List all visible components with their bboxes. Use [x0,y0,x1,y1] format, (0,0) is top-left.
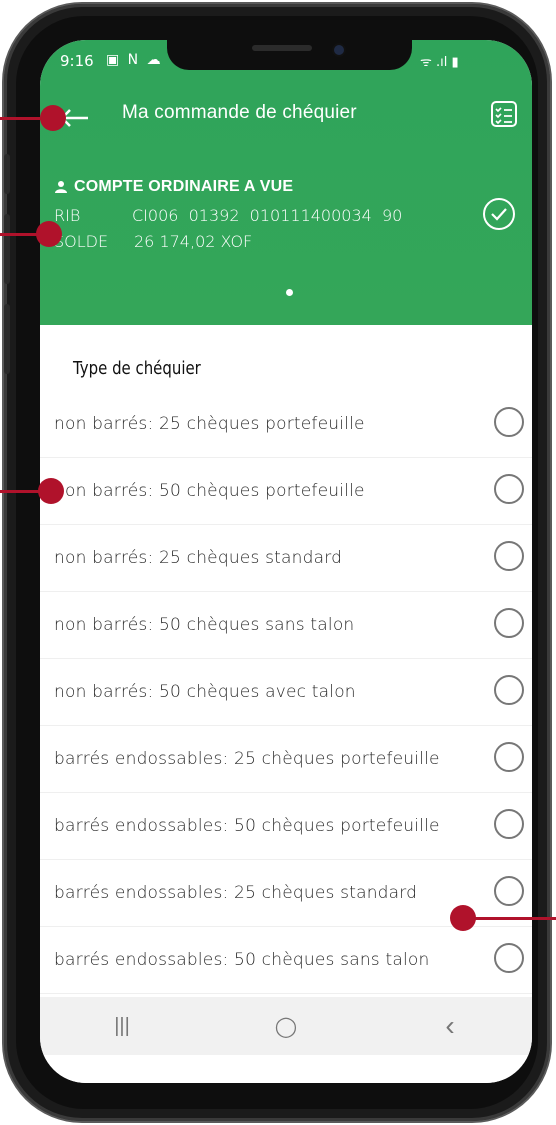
account-name-label: COMPTE ORDINAIRE A VUE [74,178,294,195]
cheque-option[interactable]: non barrés: 50 chèques sans talon [40,592,532,659]
side-button [4,304,10,374]
radio-button[interactable] [494,675,524,705]
android-nav-bar: ||| ◯ ‹ [40,997,532,1055]
notch [167,40,412,70]
cheque-option[interactable]: non barrés: 25 chèques standard [40,525,532,592]
callout-dot-radio [450,905,476,931]
volume-down-button [4,214,10,284]
back-icon[interactable]: ‹ [420,1006,480,1046]
radio-button[interactable] [494,809,524,839]
person-icon [55,181,67,193]
radio-button[interactable] [494,407,524,437]
app-header: 9:16 ▣ N ☁ ᯤ .ıl ▮ Ma commande de chéqui… [40,40,532,325]
carousel-page-indicator [286,289,293,296]
status-notification-icons: ▣ N ☁ [106,52,163,68]
option-label: non barrés: 25 chèques portefeuille [54,414,365,434]
rib-label: RIB [54,206,81,225]
camera [332,43,346,57]
option-label: barrés endossables: 25 chèques standard [54,883,418,903]
cheque-option[interactable]: non barrés: 50 chèques portefeuille [40,458,532,525]
cheque-option[interactable]: barrés endossables: 50 chèques portefeui… [40,793,532,860]
order-list-icon[interactable] [490,100,518,128]
status-system-icons: ᯤ .ıl ▮ [420,55,459,70]
radio-button[interactable] [494,742,524,772]
radio-button[interactable] [494,943,524,973]
home-icon[interactable]: ◯ [256,1006,316,1046]
option-label: barrés endossables: 25 chèques portefeui… [54,749,440,769]
callout-dot-option [38,478,64,504]
radio-button[interactable] [494,608,524,638]
account-selected-check-icon[interactable] [482,197,516,231]
cheque-option[interactable]: non barrés: 25 chèques portefeuille [40,391,532,458]
callout-dot-account [36,221,62,247]
cheque-type-list: non barrés: 25 chèques portefeuille non … [40,391,532,994]
solde-row: SOLDE 26 174,02 XOF [54,232,252,251]
cheque-option[interactable]: non barrés: 50 chèques avec talon [40,659,532,726]
option-label: non barrés: 50 chèques sans talon [54,615,355,635]
recent-apps-icon[interactable]: ||| [92,1006,152,1046]
cheque-option[interactable]: barrés endossables: 25 chèques portefeui… [40,726,532,793]
option-label: non barrés: 50 chèques portefeuille [54,481,365,501]
radio-button[interactable] [494,876,524,906]
volume-up-button [4,154,10,194]
radio-button[interactable] [494,541,524,571]
option-label: barrés endossables: 50 chèques sans talo… [54,950,430,970]
section-title: Type de chéquier [73,358,201,379]
callout-dot-back [40,105,66,131]
option-label: barrés endossables: 50 chèques portefeui… [54,816,440,836]
rib-row: RIB CI006 01392 010111400034 90 [54,206,402,225]
speaker [252,45,312,51]
option-label: non barrés: 25 chèques standard [54,548,343,568]
rib-value: CI006 01392 010111400034 90 [132,206,403,225]
solde-label: SOLDE [54,232,109,251]
solde-value: 26 174,02 XOF [134,232,253,251]
status-time: 9:16 [60,52,94,70]
page-title: Ma commande de chéquier [122,102,357,123]
callout-line-radio [470,917,556,920]
bottom-area [40,1055,532,1083]
option-label: non barrés: 50 chèques avec talon [54,682,356,702]
cheque-option[interactable]: barrés endossables: 50 chèques sans talo… [40,927,532,994]
account-name: COMPTE ORDINAIRE A VUE [54,178,293,196]
radio-button[interactable] [494,474,524,504]
